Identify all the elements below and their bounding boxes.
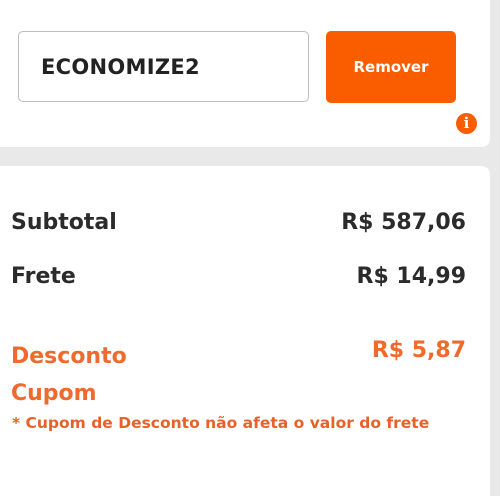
subtotal-value: R$ 587,06	[341, 210, 466, 235]
coupon-discount-value: R$ 5,87	[371, 338, 466, 363]
coupon-code-input[interactable]	[18, 31, 309, 102]
shipping-value: R$ 14,99	[356, 264, 467, 289]
discount-note: * Cupom de Desconto não afeta o valor do…	[12, 414, 430, 432]
subtotal-label: Subtotal	[11, 210, 117, 235]
shipping-label: Frete	[11, 264, 76, 289]
remove-coupon-button[interactable]: Remover	[326, 31, 456, 103]
info-circle-icon[interactable]: i	[456, 113, 477, 134]
coupon-discount-label: Desconto Cupom	[11, 344, 127, 406]
